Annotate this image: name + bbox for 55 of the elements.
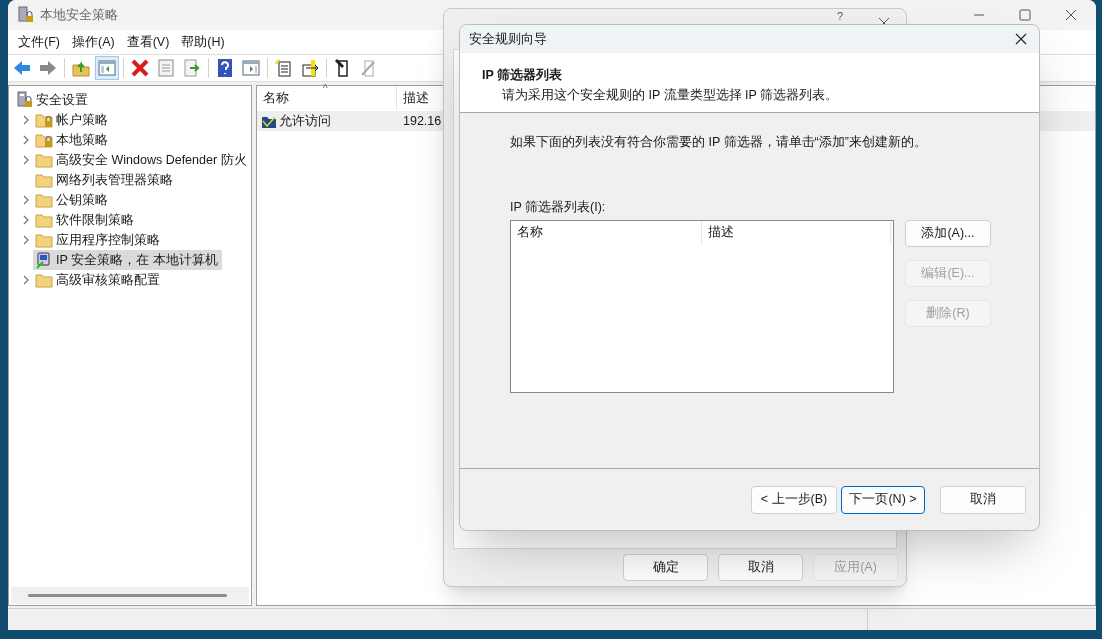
page-heading: IP 筛选器列表 (482, 67, 564, 84)
folder-icon (35, 211, 53, 229)
menu-item[interactable]: 操作(A) (65, 32, 121, 52)
folder-lock-icon (35, 111, 53, 129)
delete-icon (130, 58, 150, 78)
horizontal-scrollbar[interactable] (11, 587, 249, 604)
back-arrow-icon (12, 58, 32, 78)
add-rule-icon (300, 58, 320, 78)
close-icon (1065, 9, 1077, 21)
instruction-text: 如果下面的列表没有符合你需要的 IP 筛选器，请单击“添加”来创建新的。 (510, 134, 928, 151)
folder-icon (35, 171, 53, 189)
list-label: IP 筛选器列表(I): (510, 198, 607, 216)
list-action-button[interactable]: 添加(A)... (905, 219, 991, 247)
folder-icon (35, 151, 53, 169)
dialog-button[interactable]: 确定 (623, 554, 708, 581)
tree-item[interactable]: 应用程序控制策略 (33, 230, 164, 250)
column-header[interactable]: 描述 (702, 220, 891, 245)
document-icon (156, 58, 176, 78)
tree-item[interactable]: 安全设置 (13, 90, 92, 110)
help-icon (215, 58, 235, 78)
panel-toggle-icon (241, 58, 261, 78)
close-icon (1015, 33, 1027, 45)
server-lock-icon (15, 91, 33, 109)
app-icon (16, 6, 34, 24)
tree-item[interactable]: 本地策略 (33, 130, 112, 150)
menu-item[interactable]: 帮助(H) (175, 32, 231, 52)
wizard-button[interactable]: 下一页(N) > (841, 485, 925, 514)
menu-item[interactable]: 文件(F) (12, 32, 66, 52)
tree-item[interactable]: 高级安全 Windows Defender 防火 (33, 150, 251, 170)
tree-item[interactable]: 帐户策略 (33, 110, 112, 130)
table-cell-text: 192.16 (402, 112, 442, 130)
wizard-title: 安全规则向导 (469, 30, 547, 48)
wizard-button[interactable]: 取消 (940, 485, 1026, 514)
tree-item[interactable]: 高级审核策略配置 (33, 270, 164, 290)
computer-key-icon (35, 251, 53, 269)
window-title: 本地安全策略 (40, 6, 118, 25)
export-icon (182, 58, 202, 78)
page-description: 请为采用这个安全规则的 IP 流量类型选择 IP 筛选器列表。 (501, 86, 840, 104)
dialog-button[interactable]: 取消 (718, 554, 803, 581)
tree-item[interactable]: 网络列表管理器策略 (33, 170, 177, 190)
tree-item[interactable]: 软件限制策略 (33, 210, 138, 230)
maximize-icon (1019, 9, 1031, 21)
folder-icon (35, 191, 53, 209)
column-header[interactable]: 名称 (511, 220, 702, 245)
tree-item[interactable]: 公钥策略 (33, 190, 112, 210)
menu-item[interactable]: 查看(V) (120, 32, 176, 52)
help-button[interactable]: ? (830, 10, 850, 23)
forward-arrow-icon (38, 58, 58, 78)
filter-list[interactable]: 名称 描述 (510, 219, 894, 393)
panel-toggle-icon (97, 58, 117, 78)
new-document-icon (274, 58, 294, 78)
table-cell-text: 允许访问 (279, 112, 331, 130)
folder-lock-icon (35, 131, 53, 149)
wizard-button[interactable]: < 上一步(B) (751, 485, 837, 514)
tree-item[interactable]: IP 安全策略，在 本地计算机 (33, 250, 222, 270)
